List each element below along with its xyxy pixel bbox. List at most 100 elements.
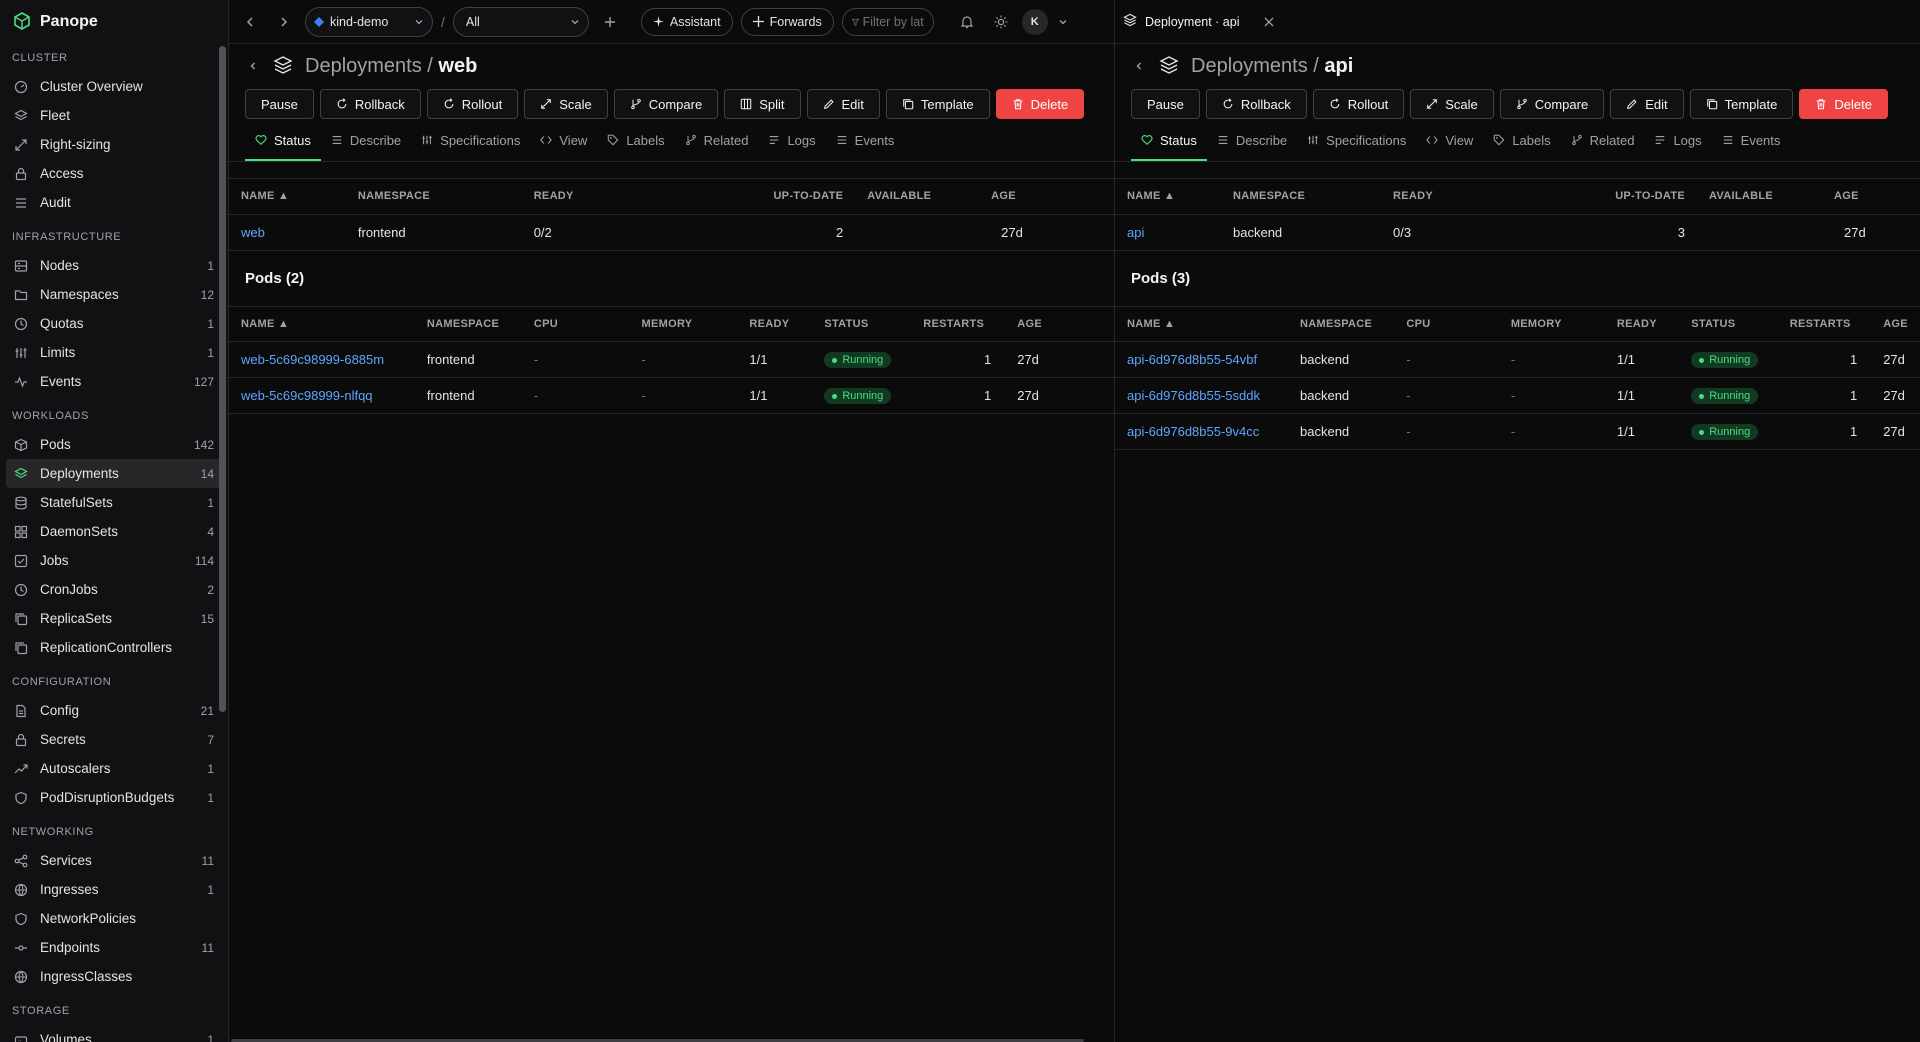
delete-button[interactable]: Delete <box>995 89 1085 119</box>
column-header[interactable]: AVAILABLE <box>1697 179 1822 215</box>
back-icon[interactable] <box>245 53 261 79</box>
sidebar-item-cronjobs[interactable]: CronJobs 2 <box>6 575 222 604</box>
sidebar-item-networkpolicies[interactable]: NetworkPolicies <box>6 904 222 933</box>
deployment-name-link[interactable]: api <box>1115 214 1221 251</box>
brand[interactable]: Panope <box>0 0 228 44</box>
tab-related[interactable]: Related <box>1561 121 1645 161</box>
forward-icon[interactable] <box>271 9 297 35</box>
template-button[interactable]: Template <box>885 89 990 119</box>
sidebar-item-access[interactable]: Access <box>6 159 222 188</box>
column-header[interactable]: READY <box>1381 179 1537 215</box>
crumb-parent[interactable]: Deployments <box>1191 55 1308 77</box>
column-header[interactable]: CPU <box>521 306 630 342</box>
table-row[interactable]: api-6d976d8b55-5sddk backend - -1/1 Running 1… <box>1115 377 1920 414</box>
sidebar-item-limits[interactable]: Limits 1 <box>6 338 222 367</box>
column-header[interactable]: UP-TO-DATE <box>1537 179 1697 215</box>
rollback-button[interactable]: Rollback <box>1205 89 1307 119</box>
deployment-name-link[interactable]: web <box>229 214 346 251</box>
table-row[interactable]: api-6d976d8b55-9v4cc backend - -1/1 Running 1… <box>1115 413 1920 450</box>
column-header[interactable]: RESTARTS <box>911 306 1006 342</box>
sidebar-item-ingresses[interactable]: Ingresses 1 <box>6 875 222 904</box>
sidebar-item-right-sizing[interactable]: Right-sizing <box>6 130 222 159</box>
column-header[interactable]: AGE <box>1871 306 1920 342</box>
theme-icon[interactable] <box>988 9 1014 35</box>
column-header[interactable]: RESTARTS <box>1777 306 1872 342</box>
sidebar-item-nodes[interactable]: Nodes 1 <box>6 251 222 280</box>
add-tab-icon[interactable] <box>597 9 623 35</box>
sidebar-item-jobs[interactable]: Jobs 114 <box>6 546 222 575</box>
column-header[interactable]: READY <box>1604 306 1680 342</box>
scale-button[interactable]: Scale <box>1410 89 1494 119</box>
sidebar-item-services[interactable]: Services 11 <box>6 846 222 875</box>
column-header[interactable]: NAME ▲ <box>229 179 346 215</box>
sidebar-item-deployments[interactable]: Deployments 14 <box>6 459 222 488</box>
pod-name-link[interactable]: web-5c69c98999-6885m <box>229 341 415 378</box>
tab-status[interactable]: Status <box>1131 121 1207 161</box>
sidebar-item-statefulsets[interactable]: StatefulSets 1 <box>6 488 222 517</box>
column-header[interactable]: AVAILABLE <box>855 179 980 215</box>
column-header[interactable]: NAME ▲ <box>1115 306 1288 342</box>
tab-related[interactable]: Related <box>675 121 759 161</box>
context-select[interactable]: kind-demo <box>305 6 433 37</box>
rollout-button[interactable]: Rollout <box>1312 89 1405 119</box>
column-header[interactable]: NAMESPACE <box>414 306 522 342</box>
sidebar-item-daemonsets[interactable]: DaemonSets 4 <box>6 517 222 546</box>
sidebar-item-autoscalers[interactable]: Autoscalers 1 <box>6 754 222 783</box>
sidebar-scrollbar[interactable] <box>219 46 226 712</box>
sidebar-item-replicationcontrollers[interactable]: ReplicationControllers <box>6 633 222 662</box>
column-header[interactable]: MEMORY <box>1498 306 1605 342</box>
column-header[interactable]: UP-TO-DATE <box>705 179 856 215</box>
column-header[interactable]: NAME ▲ <box>229 306 415 342</box>
sidebar-item-ingressclasses[interactable]: IngressClasses <box>6 962 222 991</box>
pod-name-link[interactable]: web-5c69c98999-nlfqq <box>229 377 415 414</box>
pod-name-link[interactable]: api-6d976d8b55-9v4cc <box>1115 413 1288 450</box>
back-icon[interactable] <box>237 9 263 35</box>
column-header[interactable]: READY <box>521 179 706 215</box>
tab-describe[interactable]: Describe <box>321 121 411 161</box>
tab-specifications[interactable]: Specifications <box>1297 121 1416 161</box>
edit-button[interactable]: Edit <box>1610 89 1684 119</box>
forwards-button[interactable]: Forwards <box>740 7 834 36</box>
sidebar-item-endpoints[interactable]: Endpoints 11 <box>6 933 222 962</box>
pod-name-link[interactable]: api-6d976d8b55-54vbf <box>1115 341 1288 378</box>
table-row[interactable]: web-5c69c98999-nlfqq frontend - -1/1 Running… <box>229 377 1114 414</box>
tab-labels[interactable]: Labels <box>597 121 674 161</box>
template-button[interactable]: Template <box>1689 89 1794 119</box>
chevron-down-icon[interactable] <box>1056 9 1070 35</box>
tab-logs[interactable]: Logs <box>758 121 825 161</box>
column-header[interactable]: NAME ▲ <box>1115 179 1221 215</box>
sidebar-item-config[interactable]: Config 21 <box>6 696 222 725</box>
compare-button[interactable]: Compare <box>1499 89 1605 119</box>
column-header[interactable]: CPU <box>1394 306 1499 342</box>
crumb-parent[interactable]: Deployments <box>305 55 422 77</box>
column-header[interactable]: MEMORY <box>629 306 738 342</box>
label-filter-input[interactable]: Filter by lat <box>841 7 934 36</box>
pod-name-link[interactable]: api-6d976d8b55-5sddk <box>1115 377 1288 414</box>
sidebar-item-secrets[interactable]: Secrets 7 <box>6 725 222 754</box>
column-header[interactable]: NAMESPACE <box>1221 179 1381 215</box>
tab-status[interactable]: Status <box>245 121 321 161</box>
sidebar-item-namespaces[interactable]: Namespaces 12 <box>6 280 222 309</box>
rollback-button[interactable]: Rollback <box>319 89 421 119</box>
column-header[interactable]: NAMESPACE <box>1288 306 1395 342</box>
tab-view[interactable]: View <box>530 121 597 161</box>
table-row[interactable]: web-5c69c98999-6885m frontend - -1/1 Running… <box>229 341 1114 378</box>
rollout-button[interactable]: Rollout <box>426 89 519 119</box>
split-button[interactable]: Split <box>724 89 801 119</box>
column-header[interactable]: STATUS <box>812 306 912 342</box>
pause-button[interactable]: Pause <box>245 89 314 119</box>
tab-describe[interactable]: Describe <box>1207 121 1297 161</box>
edit-button[interactable]: Edit <box>806 89 880 119</box>
sidebar-item-volumes[interactable]: Volumes 1 <box>6 1025 222 1042</box>
tab-view[interactable]: View <box>1416 121 1483 161</box>
namespace-select[interactable]: All <box>452 6 589 37</box>
assistant-button[interactable]: Assistant <box>640 7 733 36</box>
tab-events[interactable]: Events <box>1712 121 1791 161</box>
close-icon[interactable] <box>1256 9 1282 35</box>
column-header[interactable]: READY <box>737 306 813 342</box>
sidebar-item-quotas[interactable]: Quotas 1 <box>6 309 222 338</box>
tab-specifications[interactable]: Specifications <box>411 121 530 161</box>
sidebar-item-fleet[interactable]: Fleet <box>6 101 222 130</box>
scale-button[interactable]: Scale <box>524 89 608 119</box>
table-row[interactable]: api-6d976d8b55-54vbf backend - -1/1 Running 1… <box>1115 341 1920 378</box>
